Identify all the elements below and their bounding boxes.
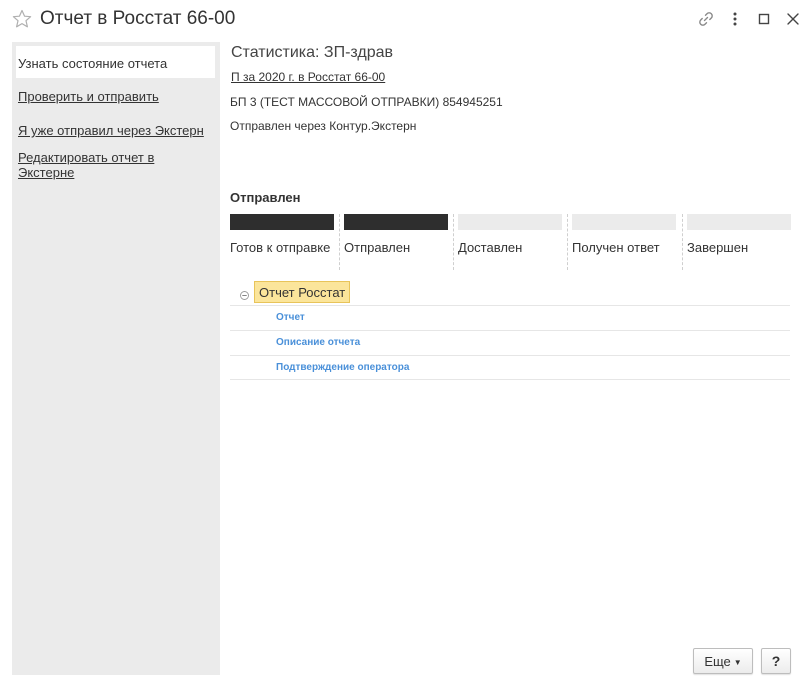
stage-bar [230,214,334,230]
status-heading: Отправлен [230,190,301,205]
tree-root-item[interactable]: Отчет Росстат [254,281,351,303]
stage-bar [687,214,791,230]
stage-divider [339,214,340,270]
stage-label: Отправлен [344,240,411,255]
organization-info: БП 3 (ТЕСТ МАССОВОЙ ОТПРАВКИ) 854945251 [230,95,503,109]
stage-label: Готов к отправке [230,240,331,255]
more-button[interactable]: Еще ▼ [693,648,753,674]
more-vertical-icon[interactable] [726,10,744,28]
stage-bar [572,214,676,230]
report-title: Статистика: ЗП-здрав [231,44,394,61]
stage-divider [682,214,683,270]
stage-divider [567,214,568,270]
stage-label: Завершен [687,240,749,255]
sidebar-item-edit-in-extern[interactable]: Редактировать отчет в Экстерне [18,150,213,180]
tree-row: Отчет [230,305,790,330]
tree-link-report-description[interactable]: Описание отчета [276,337,360,348]
tree-link-report[interactable]: Отчет [276,312,305,323]
tree-row: Описание отчета [230,330,790,355]
status-progress: Готов к отправке Отправлен Доставлен Пол… [230,214,792,270]
stage-label: Доставлен [458,240,523,255]
stage-bar [458,214,562,230]
tree-link-operator-confirmation[interactable]: Подтверждение оператора [276,362,409,373]
collapse-icon[interactable] [240,287,249,300]
link-icon[interactable] [697,10,715,28]
close-icon[interactable] [784,10,802,28]
sidebar-item-already-sent[interactable]: Я уже отправил через Экстерн [18,123,213,138]
sidebar: Узнать состояние отчета Проверить и отпр… [12,42,220,675]
report-period-link[interactable]: П за 2020 г. в Росстат 66-00 [231,70,385,84]
stage-bar [344,214,448,230]
stage-label: Получен ответ [572,240,660,255]
caret-down-icon: ▼ [733,658,742,668]
title-bar: Отчет в Росстат 66-00 [0,0,812,40]
sidebar-item-check-and-send[interactable]: Проверить и отправить [18,89,213,104]
stage-divider [453,214,454,270]
sent-via-text: Отправлен через Контур.Экстерн [230,119,417,133]
tree-row: Подтверждение оператора [230,355,790,380]
window-title: Отчет в Росстат 66-00 [40,8,236,29]
maximize-icon[interactable] [755,10,773,28]
sidebar-item-check-status[interactable]: Узнать состояние отчета [16,46,215,78]
star-icon[interactable] [12,9,32,29]
help-button[interactable]: ? [761,648,791,674]
more-button-label: Еще [704,654,731,669]
